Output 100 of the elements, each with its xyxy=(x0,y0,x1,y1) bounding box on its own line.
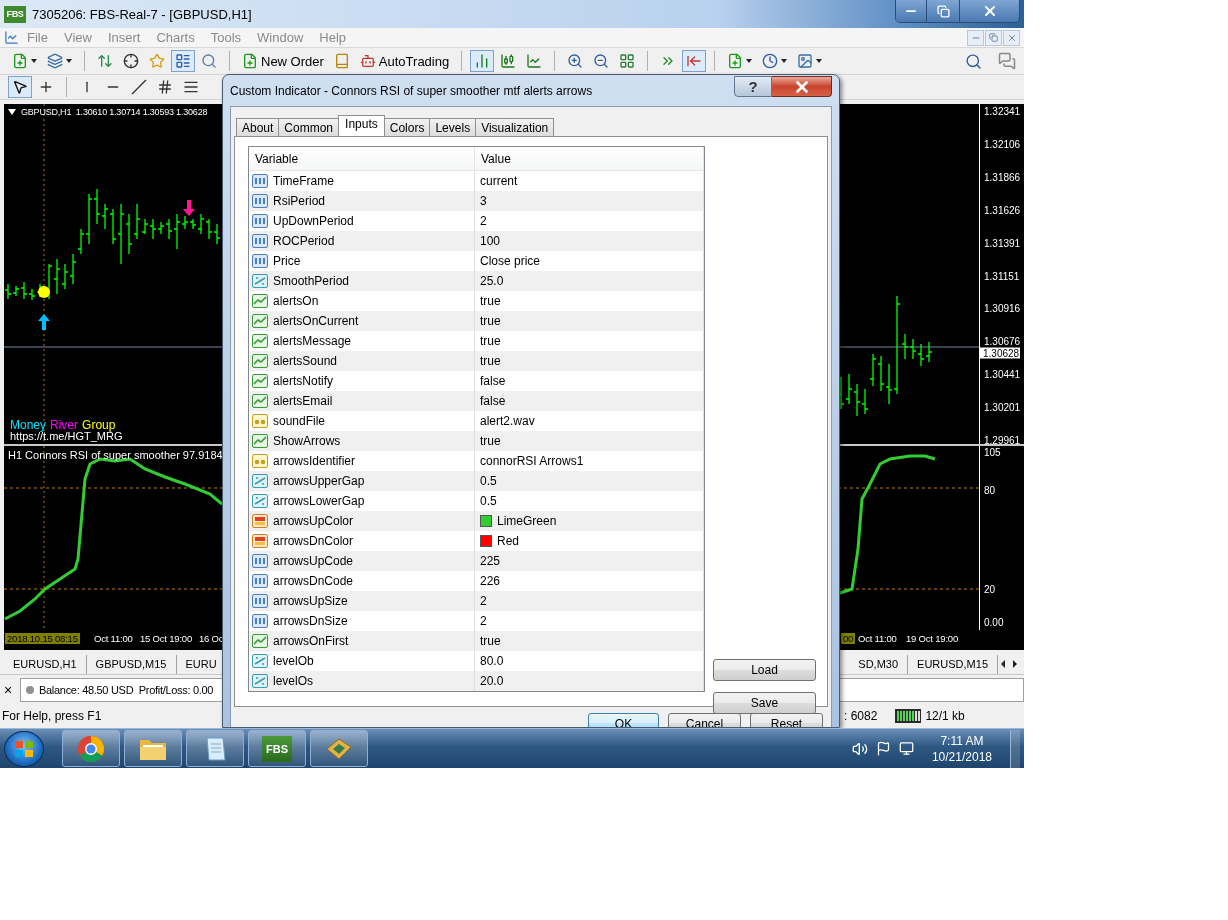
price-label: 1.29961 xyxy=(984,434,1021,446)
tab[interactable]: Visualization xyxy=(475,118,555,136)
close-button[interactable]: × xyxy=(4,682,14,698)
variable-value[interactable]: true xyxy=(480,314,501,328)
close-icon xyxy=(1006,32,1017,43)
chart-tab[interactable]: GBPUSD,M15 xyxy=(86,655,177,674)
action-center-icon[interactable] xyxy=(875,741,891,756)
variable-value[interactable]: 225 xyxy=(480,554,501,568)
variable-value[interactable]: true xyxy=(480,634,501,648)
autotrading-button[interactable]: AutoTrading xyxy=(355,50,454,72)
variable-name: soundFile xyxy=(273,414,326,428)
list-window-icon[interactable] xyxy=(171,50,195,72)
level-label: 80 xyxy=(984,484,996,496)
variable-value[interactable]: 3 xyxy=(480,194,487,208)
restore-button[interactable] xyxy=(926,0,959,22)
search-icon[interactable] xyxy=(965,52,982,70)
integer-type-icon xyxy=(252,614,268,628)
integer-type-icon xyxy=(252,254,268,268)
chart-tab[interactable]: EURUSD,H1 xyxy=(4,655,87,674)
variable-name: UpDownPeriod xyxy=(273,214,354,228)
variable-value[interactable]: 100 xyxy=(480,234,501,248)
variable-value[interactable]: true xyxy=(480,294,501,308)
variable-name: levelOs xyxy=(273,674,313,688)
side-button[interactable]: Save xyxy=(713,692,816,714)
network-icon[interactable] xyxy=(898,741,914,756)
side-button[interactable]: Load xyxy=(713,659,816,681)
variable-value[interactable]: 20.0 xyxy=(480,674,504,688)
variable-value[interactable]: 2 xyxy=(480,614,487,628)
variable-name: arrowsUpSize xyxy=(273,594,348,608)
taskbar-app[interactable] xyxy=(310,730,368,767)
taskbar-app[interactable] xyxy=(124,730,182,767)
variable-name: arrowsUpCode xyxy=(273,554,354,568)
variable-value[interactable]: false xyxy=(480,374,506,388)
variable-value[interactable]: LimeGreen xyxy=(497,514,557,528)
variable-value[interactable]: 226 xyxy=(480,574,501,588)
up-arrow xyxy=(38,314,50,330)
variable-name: arrowsDnCode xyxy=(273,574,354,588)
column-header[interactable]: Value xyxy=(475,147,704,170)
boolean-type-icon xyxy=(252,294,268,308)
chart-shift-icon[interactable] xyxy=(682,50,707,72)
tab[interactable]: Inputs xyxy=(338,115,385,136)
variable-value[interactable]: current xyxy=(480,174,518,188)
variable-value[interactable]: 2 xyxy=(480,214,487,228)
string-type-icon xyxy=(252,454,268,468)
clock-date[interactable]: 10/21/2018 xyxy=(931,748,992,765)
taskbar-app[interactable] xyxy=(62,730,120,767)
variable-value[interactable]: 80.0 xyxy=(480,654,504,668)
bar-chart-icon[interactable] xyxy=(470,50,495,72)
variable-value[interactable]: true xyxy=(480,354,501,368)
chart-tab[interactable]: EURUSD,M15 xyxy=(908,655,998,674)
close-button[interactable] xyxy=(772,76,832,97)
variable-value[interactable]: connorRSI Arrows1 xyxy=(480,454,584,468)
time-label: 19 Oct 19:00 xyxy=(905,633,959,644)
variable-value[interactable]: 0.5 xyxy=(480,474,497,488)
integer-type-icon xyxy=(252,214,268,228)
variable-value[interactable]: Close price xyxy=(480,254,541,268)
taskbar-app[interactable] xyxy=(186,730,244,767)
browser-icon xyxy=(77,734,105,763)
time-label: 2018.10.15 08:15 xyxy=(5,633,80,644)
variable-name: arrowsLowerGap xyxy=(273,494,365,508)
variable-value[interactable]: 25.0 xyxy=(480,274,504,288)
variable-name: arrowsOnFirst xyxy=(273,634,349,648)
chat-icon[interactable] xyxy=(998,52,1016,70)
restore-icon xyxy=(989,33,998,42)
indicator-title: H1 Connors RSI of super smoother 97.9184 xyxy=(8,449,223,461)
integer-type-icon xyxy=(252,554,268,568)
price-label: 1.31391 xyxy=(984,237,1021,249)
clock-time[interactable]: 7:11 AM xyxy=(940,732,984,749)
dropdown-icon[interactable] xyxy=(8,109,16,115)
tab[interactable]: About xyxy=(236,118,280,136)
variable-value[interactable]: Red xyxy=(497,534,519,548)
price-label: 1.30676 xyxy=(984,335,1021,347)
double-type-icon xyxy=(252,494,268,508)
variable-value[interactable]: true xyxy=(480,334,501,348)
variable-value[interactable]: 0.5 xyxy=(480,494,497,508)
tab[interactable]: Colors xyxy=(383,118,431,136)
variable-name: arrowsDnColor xyxy=(273,534,354,548)
variable-value[interactable]: false xyxy=(480,394,506,408)
variable-name: arrowsIdentifier xyxy=(273,454,356,468)
help-button[interactable]: ? xyxy=(734,76,772,97)
boolean-type-icon xyxy=(252,634,268,648)
integer-type-icon xyxy=(252,174,268,188)
level-label: 105 xyxy=(984,446,1001,458)
variable-value[interactable]: alert2.wav xyxy=(480,414,535,428)
chart-tab[interactable]: SD,M30 xyxy=(849,655,909,674)
tab[interactable]: Levels xyxy=(429,118,477,136)
show-desktop-button[interactable] xyxy=(1010,729,1020,768)
column-header[interactable]: Variable xyxy=(249,147,475,170)
boolean-type-icon xyxy=(252,354,268,368)
variable-value[interactable]: 2 xyxy=(480,594,487,608)
variable-value[interactable]: true xyxy=(480,434,501,448)
time-label: Oct 11:00 xyxy=(857,633,898,644)
signal-dot xyxy=(38,286,50,298)
volume-icon[interactable] xyxy=(851,740,868,757)
integer-type-icon xyxy=(252,234,268,248)
cursor-icon[interactable] xyxy=(8,76,32,98)
start-button[interactable] xyxy=(4,730,44,767)
tab[interactable]: Common xyxy=(278,118,340,136)
taskbar-app[interactable]: FBS xyxy=(248,730,306,767)
new-order-button[interactable]: New Order xyxy=(238,50,328,72)
